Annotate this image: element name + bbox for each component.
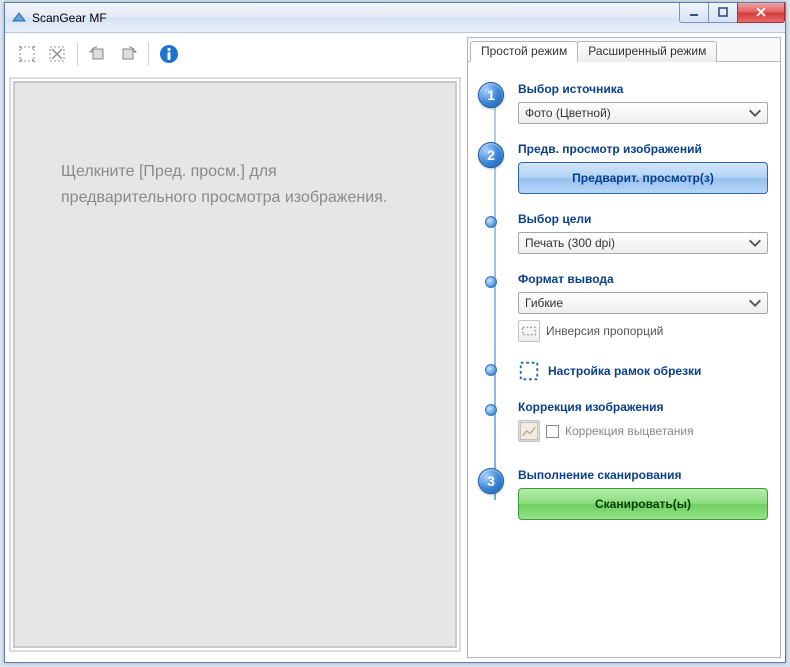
step-heading-correction: Коррекция изображения bbox=[518, 400, 768, 414]
titlebar: ScanGear MF bbox=[5, 3, 785, 33]
crop-auto-button[interactable] bbox=[13, 40, 41, 68]
step-output-format: Формат вывода Гибкие Инверсия пропорций bbox=[518, 272, 768, 342]
destination-select[interactable]: Печать (300 dpi) bbox=[518, 232, 768, 254]
invert-proportions-label: Инверсия пропорций bbox=[546, 324, 663, 338]
step-heading-scan: Выполнение сканирования bbox=[518, 468, 768, 482]
step-destination: Выбор цели Печать (300 dpi) bbox=[518, 212, 768, 254]
step-number-2: 2 bbox=[478, 142, 504, 168]
toolbar bbox=[7, 37, 463, 71]
rotate-left-button[interactable] bbox=[84, 40, 112, 68]
close-button[interactable] bbox=[737, 3, 785, 23]
step-heading-destination: Выбор цели bbox=[518, 212, 768, 226]
maximize-button[interactable] bbox=[708, 3, 738, 23]
rotate-right-button[interactable] bbox=[114, 40, 142, 68]
tab-advanced-mode[interactable]: Расширенный режим bbox=[577, 41, 717, 62]
window-title: ScanGear MF bbox=[32, 11, 107, 25]
step-preview: 2 Предв. просмотр изображений Предварит.… bbox=[518, 142, 768, 194]
step-number-3: 3 bbox=[478, 468, 504, 494]
preview-button[interactable]: Предварит. просмотр(з) bbox=[518, 162, 768, 194]
step-number-1: 1 bbox=[478, 82, 504, 108]
chevron-down-icon bbox=[747, 105, 763, 121]
substep-bullet bbox=[485, 276, 497, 288]
chevron-down-icon bbox=[747, 295, 763, 311]
invert-proportions-button[interactable] bbox=[518, 320, 540, 342]
content: Щелкните [Пред. просм.] для предваритель… bbox=[5, 33, 785, 662]
window-buttons bbox=[680, 3, 785, 23]
info-button[interactable] bbox=[155, 40, 183, 68]
fade-correction-checkbox[interactable] bbox=[546, 425, 559, 438]
step-heading-crop: Настройка рамок обрезки bbox=[546, 363, 703, 379]
step-image-correction: Коррекция изображения Коррекция выцветан… bbox=[518, 400, 768, 442]
destination-select-value: Печать (300 dpi) bbox=[525, 236, 615, 250]
substep-bullet bbox=[485, 364, 497, 376]
fade-correction-label: Коррекция выцветания bbox=[565, 424, 694, 438]
preview-placeholder: Щелкните [Пред. просм.] для предваритель… bbox=[61, 159, 409, 210]
step-heading-preview: Предв. просмотр изображений bbox=[518, 142, 768, 156]
tab-simple-mode[interactable]: Простой режим bbox=[470, 41, 578, 62]
substep-bullet bbox=[485, 404, 497, 416]
crop-remove-button[interactable] bbox=[43, 40, 71, 68]
right-panel: Простой режим Расширенный режим 1 Выбор … bbox=[467, 37, 781, 658]
output-format-select[interactable]: Гибкие bbox=[518, 292, 768, 314]
step-heading-source: Выбор источника bbox=[518, 82, 768, 96]
step-heading-output: Формат вывода bbox=[518, 272, 768, 286]
step-scan: 3 Выполнение сканирования Сканировать(ы) bbox=[518, 468, 768, 520]
step-crop-frames: Настройка рамок обрезки bbox=[518, 360, 768, 382]
step-source: 1 Выбор источника Фото (Цветной) bbox=[518, 82, 768, 124]
crop-frame-button[interactable] bbox=[518, 360, 540, 382]
simple-panel: 1 Выбор источника Фото (Цветной) 2 Предв… bbox=[468, 62, 780, 657]
correction-preview-icon bbox=[518, 420, 540, 442]
window: ScanGear MF bbox=[4, 2, 786, 663]
steps: 1 Выбор источника Фото (Цветной) 2 Предв… bbox=[476, 82, 768, 520]
minimize-button[interactable] bbox=[679, 3, 709, 23]
tab-bar: Простой режим Расширенный режим bbox=[468, 38, 780, 62]
scan-button[interactable]: Сканировать(ы) bbox=[518, 488, 768, 520]
left-column: Щелкните [Пред. просм.] для предваритель… bbox=[7, 37, 463, 658]
source-select-value: Фото (Цветной) bbox=[525, 106, 611, 120]
app-icon bbox=[11, 10, 27, 26]
output-format-value: Гибкие bbox=[525, 296, 563, 310]
substep-bullet bbox=[485, 216, 497, 228]
chevron-down-icon bbox=[747, 235, 763, 251]
toolbar-separator bbox=[77, 42, 78, 66]
preview-area[interactable]: Щелкните [Пред. просм.] для предваритель… bbox=[9, 77, 461, 652]
toolbar-separator-2 bbox=[148, 42, 149, 66]
source-select[interactable]: Фото (Цветной) bbox=[518, 102, 768, 124]
